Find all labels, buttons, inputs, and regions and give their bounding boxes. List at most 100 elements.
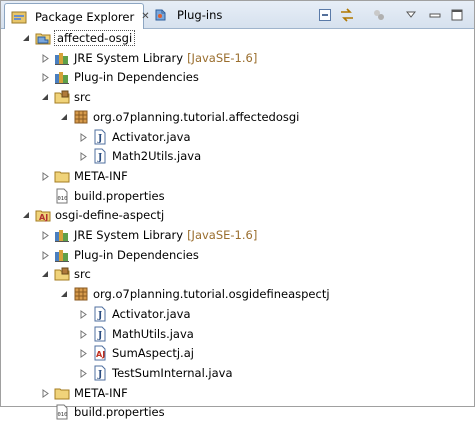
tree-item[interactable]: 010 build.properties <box>39 187 165 205</box>
tree-item[interactable]: JRE System Library [JavaSE-1.6] <box>39 226 257 244</box>
tree-item-label: TestSumInternal.java <box>112 366 233 380</box>
svg-text:J: J <box>97 331 102 341</box>
filters-icon[interactable] <box>371 8 387 22</box>
tree-item[interactable]: org.o7planning.tutorial.osgidefineaspect… <box>58 285 330 303</box>
collapsed-twistie-icon[interactable] <box>77 328 89 340</box>
collapsed-twistie-icon[interactable] <box>77 308 89 320</box>
library-icon <box>54 50 70 66</box>
tab-package-explorer[interactable]: Package Explorer ✕ <box>4 3 150 29</box>
tab-plug-ins[interactable]: Plug-ins <box>147 3 267 27</box>
tree-item-label: META-INF <box>74 169 128 183</box>
properties-file-icon: 010 <box>54 188 70 204</box>
svg-text:J: J <box>97 134 102 144</box>
svg-text:J: J <box>97 370 102 380</box>
tree-item[interactable]: src <box>39 265 91 283</box>
plugin-project-icon <box>35 30 51 46</box>
tree-item-label: org.o7planning.tutorial.affectedosgi <box>93 110 300 124</box>
collapsed-twistie-icon[interactable] <box>77 150 89 162</box>
package-explorer-view: Package Explorer ✕ Plug-ins affected-osg… <box>0 0 475 420</box>
aspectj-project-icon: AJ <box>35 207 51 223</box>
package-icon <box>73 286 89 302</box>
tree-item[interactable]: org.o7planning.tutorial.affectedosgi <box>58 108 299 126</box>
package-explorer-icon <box>11 9 27 25</box>
properties-file-icon: 010 <box>54 404 70 420</box>
plug-ins-icon <box>153 7 169 23</box>
expanded-twistie-icon[interactable] <box>39 268 51 280</box>
tab-bar: Package Explorer ✕ Plug-ins <box>1 1 474 29</box>
tree-item[interactable]: src <box>39 88 91 106</box>
tree-item-label: JRE System Library <box>74 228 184 242</box>
collapsed-twistie-icon[interactable] <box>77 131 89 143</box>
folder-icon <box>54 385 70 401</box>
collapsed-twistie-icon[interactable] <box>39 249 51 261</box>
library-icon <box>54 69 70 85</box>
tree-item[interactable]: J Math2Utils.java <box>77 147 201 165</box>
tree-item[interactable]: J Activator.java <box>77 305 191 323</box>
tree-item-label: osgi-define-aspectj <box>55 208 165 222</box>
tree-item[interactable]: META-INF <box>39 384 128 402</box>
tree-item-label: src <box>74 267 91 281</box>
java-file-icon: J <box>92 148 108 164</box>
tree-item[interactable]: J TestSumInternal.java <box>77 364 233 382</box>
tree-item-label: JRE System Library <box>74 51 184 65</box>
tree-item[interactable]: Plug-in Dependencies <box>39 68 199 86</box>
tree-item[interactable]: META-INF <box>39 167 128 185</box>
expanded-twistie-icon[interactable] <box>58 288 70 300</box>
tree-item[interactable]: JRE System Library [JavaSE-1.6] <box>39 49 257 67</box>
tab-label: Package Explorer <box>35 9 135 24</box>
tab-label: Plug-ins <box>177 8 223 22</box>
tree-item[interactable]: affected-osgi <box>20 29 136 47</box>
tree-item-label: src <box>74 90 91 104</box>
tree-item[interactable]: Plug-in Dependencies <box>39 246 199 264</box>
java-file-icon: J <box>92 129 108 145</box>
svg-text:AJ: AJ <box>39 213 48 222</box>
link-with-editor-icon[interactable] <box>339 8 355 22</box>
tree-item-label: Plug-in Dependencies <box>74 70 199 84</box>
expanded-twistie-icon[interactable] <box>58 111 70 123</box>
collapsed-twistie-icon[interactable] <box>39 170 51 182</box>
java-file-icon: J <box>92 326 108 342</box>
library-icon <box>54 247 70 263</box>
java-file-icon: J <box>92 365 108 381</box>
minimize-icon[interactable] <box>427 8 443 22</box>
source-folder-icon <box>54 266 70 282</box>
folder-icon <box>54 168 70 184</box>
svg-text:J: J <box>97 311 102 321</box>
tree-item-label: Activator.java <box>112 130 191 144</box>
svg-text:010: 010 <box>58 196 68 202</box>
collapsed-twistie-icon[interactable] <box>77 367 89 379</box>
tree-item-label: Activator.java <box>112 307 191 321</box>
aspectj-file-icon: AJ <box>92 345 108 361</box>
expanded-twistie-icon[interactable] <box>20 32 32 44</box>
tree-item[interactable]: J MathUtils.java <box>77 325 194 343</box>
collapse-all-icon[interactable] <box>317 8 333 22</box>
tree-item[interactable]: 010 build.properties <box>39 403 165 421</box>
expanded-twistie-icon[interactable] <box>39 91 51 103</box>
expanded-twistie-icon[interactable] <box>20 209 32 221</box>
tree-item-label: affected-osgi <box>53 30 136 46</box>
tree-item-decoration: [JavaSE-1.6] <box>187 228 258 242</box>
library-icon <box>54 227 70 243</box>
collapsed-twistie-icon[interactable] <box>39 229 51 241</box>
view-menu-icon[interactable] <box>403 8 419 22</box>
collapsed-twistie-icon[interactable] <box>77 347 89 359</box>
collapsed-twistie-icon[interactable] <box>39 71 51 83</box>
svg-text:AJ: AJ <box>96 350 105 359</box>
package-icon <box>73 109 89 125</box>
collapsed-twistie-icon[interactable] <box>39 387 51 399</box>
tree-item-label: build.properties <box>74 405 165 419</box>
tree-item-label: Plug-in Dependencies <box>74 248 199 262</box>
collapsed-twistie-icon[interactable] <box>39 52 51 64</box>
tree-item[interactable]: AJ SumAspectj.aj <box>77 344 194 362</box>
svg-text:J: J <box>97 153 102 163</box>
tree-item[interactable]: J Activator.java <box>77 128 191 146</box>
tree-item-label: MathUtils.java <box>112 327 194 341</box>
tree-item-label: org.o7planning.tutorial.osgidefineaspect… <box>93 287 330 301</box>
tree-item-label: META-INF <box>74 386 128 400</box>
tree-item-label: SumAspectj.aj <box>112 346 194 360</box>
maximize-icon[interactable] <box>449 8 465 22</box>
tree-item[interactable]: AJ osgi-define-aspectj <box>20 206 164 224</box>
tree-item-label: Math2Utils.java <box>112 149 202 163</box>
